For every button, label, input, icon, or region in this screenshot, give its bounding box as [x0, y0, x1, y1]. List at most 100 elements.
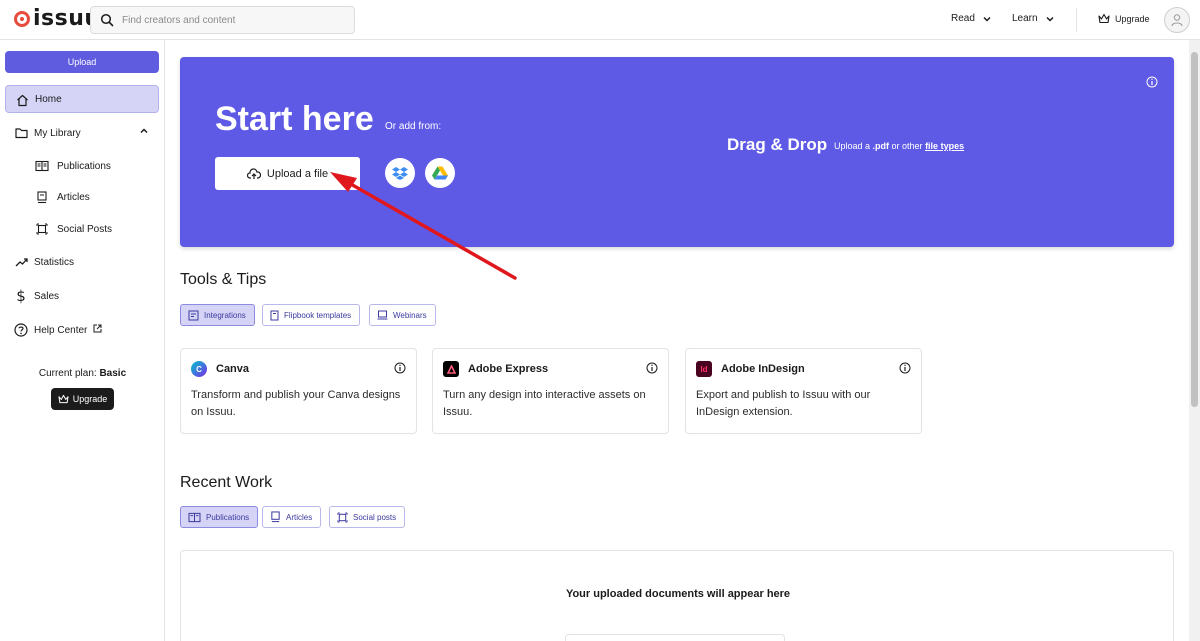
drag-pdf: .pdf — [872, 141, 890, 151]
chevron-up-icon[interactable] — [140, 128, 148, 134]
cloud-upload-icon — [246, 167, 261, 179]
sidebar-item-social-posts[interactable]: Social Posts — [5, 215, 159, 243]
sidebar-item-label: Statistics — [34, 256, 75, 268]
recent-work-panel: Your uploaded documents will appear here — [180, 550, 1174, 641]
issuu-logo[interactable]: issuu — [14, 8, 101, 30]
chip-flipbook-templates[interactable]: Flipbook templates — [262, 304, 361, 326]
dropbox-button[interactable] — [385, 158, 415, 188]
hero-title: Start here — [215, 100, 374, 138]
page-scrollbar[interactable] — [1189, 40, 1200, 641]
sidebar-item-label: Articles — [57, 191, 90, 203]
sidebar-item-home[interactable]: Home — [5, 85, 159, 113]
scrollbar-thumb[interactable] — [1191, 52, 1198, 407]
card-title: Adobe InDesign — [721, 363, 805, 375]
social-post-icon — [35, 222, 49, 236]
card-adobe-indesign[interactable]: Id Adobe InDesign Export and publish to … — [685, 348, 922, 434]
file-types-link[interactable]: file types — [925, 141, 964, 151]
social-post-icon — [337, 511, 348, 523]
card-description: Turn any design into interactive assets … — [443, 389, 646, 418]
info-icon[interactable] — [899, 362, 911, 374]
dropbox-icon — [392, 167, 408, 180]
card-description: Transform and publish your Canva designs… — [191, 389, 401, 418]
canva-logo-icon: C — [191, 361, 207, 377]
nav-read-label: Read — [951, 13, 975, 24]
chip-webinars[interactable]: Webinars — [369, 304, 436, 326]
issuu-logo-icon — [14, 11, 30, 27]
home-icon — [15, 93, 29, 107]
upload-button[interactable]: Upload — [5, 51, 159, 73]
avatar[interactable] — [1164, 7, 1190, 33]
empty-state-action[interactable] — [565, 634, 785, 641]
upgrade-label: Upgrade — [1115, 13, 1150, 24]
info-icon[interactable] — [1146, 76, 1158, 88]
card-description: Export and publish to Issuu with our InD… — [696, 389, 871, 418]
chip-social-posts[interactable]: Social posts — [329, 506, 406, 528]
user-icon — [1171, 14, 1183, 27]
chip-articles[interactable]: Articles — [262, 506, 322, 528]
sidebar-item-label: Social Posts — [57, 223, 113, 235]
search-box[interactable] — [90, 6, 355, 34]
book-icon — [35, 159, 49, 173]
sidebar-item-label: Publications — [57, 160, 111, 172]
sidebar-item-statistics[interactable]: Statistics — [5, 248, 159, 276]
article-icon — [271, 511, 280, 523]
header-divider — [1076, 8, 1077, 32]
sidebar-item-label: Help Center — [34, 324, 102, 336]
integrations-icon — [188, 310, 199, 320]
book-icon — [188, 512, 201, 522]
plan-prefix: Current plan: — [38, 368, 100, 379]
info-icon[interactable] — [394, 362, 406, 374]
drag-drop-subtitle: Upload a .pdf or other file types — [834, 141, 964, 151]
folder-icon — [14, 126, 28, 140]
chip-publications[interactable]: Publications — [180, 506, 259, 528]
chevron-down-icon — [1046, 16, 1054, 22]
plan-name: Basic — [99, 368, 127, 379]
help-center-text: Help Center — [34, 325, 88, 336]
external-link-icon — [93, 324, 102, 333]
sidebar-item-my-library[interactable]: My Library — [5, 119, 159, 147]
adobe-express-logo-icon — [443, 361, 459, 377]
search-input[interactable] — [122, 14, 342, 26]
upload-file-label: Upload a file — [266, 167, 329, 180]
sidebar-item-publications[interactable]: Publications — [5, 152, 159, 180]
indesign-logo-icon: Id — [696, 361, 712, 377]
sidebar-item-label: My Library — [34, 127, 81, 139]
article-icon — [35, 190, 49, 204]
chip-label: Integrations — [204, 310, 246, 320]
help-icon — [14, 323, 28, 337]
flipbook-icon — [270, 310, 279, 320]
top-header: issuu Read Learn Upgrade — [0, 0, 1200, 40]
upgrade-button-label: Upgrade — [72, 394, 108, 404]
nav-learn[interactable]: Learn — [1012, 13, 1054, 24]
info-icon[interactable] — [646, 362, 658, 374]
sidebar: Upload Home My Library Publications Arti… — [0, 40, 165, 641]
sidebar-item-help-center[interactable]: Help Center — [5, 316, 159, 344]
upgrade-link[interactable]: Upgrade — [1098, 13, 1150, 24]
upload-file-button[interactable]: Upload a file — [215, 157, 360, 190]
tools-tips-title: Tools & Tips — [180, 271, 267, 288]
chip-label: Articles — [286, 512, 313, 522]
sidebar-item-articles[interactable]: Articles — [5, 183, 159, 211]
crown-icon — [1098, 13, 1110, 24]
sidebar-item-sales[interactable]: $ Sales — [5, 282, 159, 310]
nav-read[interactable]: Read — [951, 13, 991, 24]
current-plan: Current plan: Basic — [0, 368, 165, 379]
card-title: Canva — [216, 363, 250, 375]
google-drive-button[interactable] — [425, 158, 455, 188]
sidebar-item-label: Sales — [34, 290, 60, 302]
chevron-down-icon — [983, 16, 991, 22]
chip-integrations[interactable]: Integrations — [180, 304, 255, 326]
nav-learn-label: Learn — [1012, 13, 1038, 24]
crown-icon — [58, 394, 69, 404]
trend-icon — [14, 255, 28, 269]
chip-label: Flipbook templates — [284, 310, 352, 320]
drag-prefix: Upload a — [834, 141, 873, 151]
start-here-banner[interactable]: Start here Or add from: Upload a file Dr… — [180, 57, 1174, 247]
card-adobe-express[interactable]: Adobe Express Turn any design into inter… — [432, 348, 669, 434]
upgrade-button[interactable]: Upgrade — [51, 388, 114, 410]
chip-label: Social posts — [353, 512, 397, 522]
chip-label: Publications — [206, 512, 250, 522]
card-canva[interactable]: C Canva Transform and publish your Canva… — [180, 348, 417, 434]
search-icon — [100, 13, 114, 27]
webinar-icon — [377, 310, 388, 320]
